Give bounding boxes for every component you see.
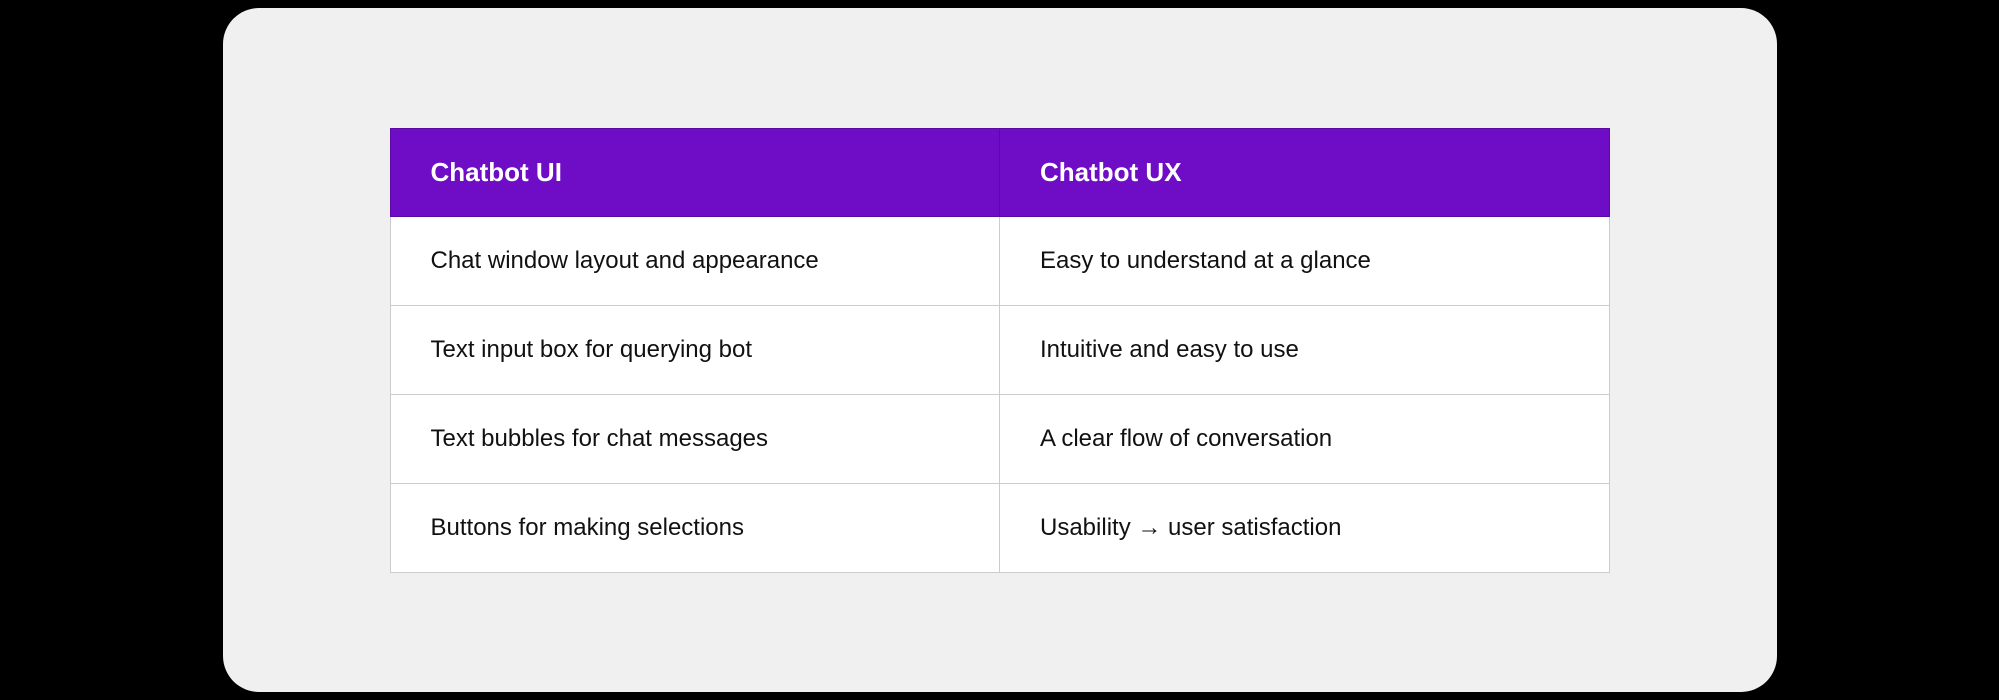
column-header-ui: Chatbot UI <box>390 128 1000 216</box>
cell-ux: Usability → user satisfaction <box>1000 483 1610 572</box>
table-row: Buttons for making selections Usability … <box>390 483 1609 572</box>
cell-ui: Chat window layout and appearance <box>390 216 1000 305</box>
table-row: Text bubbles for chat messages A clear f… <box>390 394 1609 483</box>
cell-ui: Text bubbles for chat messages <box>390 394 1000 483</box>
table-row: Text input box for querying bot Intuitiv… <box>390 305 1609 394</box>
cell-ux: Intuitive and easy to use <box>1000 305 1610 394</box>
content-card: Chatbot UI Chatbot UX Chat window layout… <box>223 8 1777 692</box>
table-row: Chat window layout and appearance Easy t… <box>390 216 1609 305</box>
cell-ux: Easy to understand at a glance <box>1000 216 1610 305</box>
cell-ui: Buttons for making selections <box>390 483 1000 572</box>
column-header-ux: Chatbot UX <box>1000 128 1610 216</box>
cell-ux: A clear flow of conversation <box>1000 394 1610 483</box>
table-header-row: Chatbot UI Chatbot UX <box>390 128 1609 216</box>
cell-ui: Text input box for querying bot <box>390 305 1000 394</box>
comparison-table: Chatbot UI Chatbot UX Chat window layout… <box>390 128 1610 573</box>
